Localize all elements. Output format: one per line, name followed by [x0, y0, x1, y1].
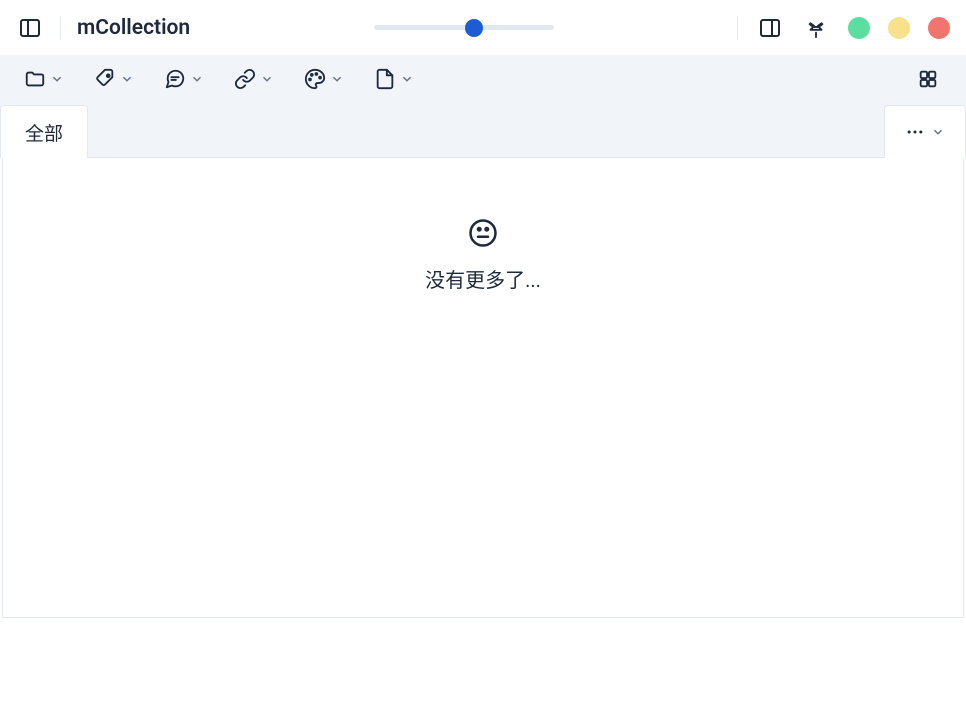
- neutral-face-icon: [468, 218, 498, 248]
- chevron-down-icon: [190, 72, 204, 86]
- tab-label: 全部: [25, 119, 63, 146]
- palette-icon: [304, 68, 326, 90]
- header-right: [737, 14, 950, 42]
- toolbar: [0, 55, 966, 103]
- panel-toggle-button[interactable]: [756, 14, 784, 42]
- header-bar: mCollection: [0, 0, 966, 55]
- pin-icon: [805, 17, 827, 39]
- empty-state-icon: [468, 218, 498, 252]
- grid-view-button[interactable]: [914, 65, 942, 93]
- tab-spacer: [88, 103, 884, 158]
- folder-menu[interactable]: [24, 68, 64, 90]
- maximize-button[interactable]: [888, 17, 910, 39]
- content-area: 没有更多了...: [2, 158, 964, 618]
- grid-icon: [917, 68, 939, 90]
- minimize-button[interactable]: [848, 17, 870, 39]
- chevron-down-icon: [400, 72, 414, 86]
- chevron-down-icon: [120, 72, 134, 86]
- more-icon: [905, 122, 925, 142]
- zoom-slider[interactable]: [374, 25, 554, 30]
- tab-all[interactable]: 全部: [0, 105, 88, 158]
- chevron-down-icon: [330, 72, 344, 86]
- header-center: [190, 25, 737, 30]
- link-menu[interactable]: [234, 68, 274, 90]
- panel-left-icon: [18, 16, 42, 40]
- folder-icon: [24, 68, 46, 90]
- panel-right-icon: [758, 16, 782, 40]
- chevron-down-icon: [50, 72, 64, 86]
- tag-menu[interactable]: [94, 68, 134, 90]
- chevron-down-icon: [260, 72, 274, 86]
- link-icon: [234, 68, 256, 90]
- pin-button[interactable]: [802, 14, 830, 42]
- tab-bar: 全部: [0, 103, 966, 158]
- header-left: mCollection: [16, 14, 190, 42]
- header-divider: [60, 16, 61, 40]
- close-button[interactable]: [928, 17, 950, 39]
- comment-icon: [164, 68, 186, 90]
- file-menu[interactable]: [374, 68, 414, 90]
- zoom-slider-handle[interactable]: [465, 19, 483, 37]
- tab-actions-menu[interactable]: [884, 105, 966, 158]
- chevron-down-icon: [931, 125, 945, 139]
- header-divider-right: [737, 16, 738, 40]
- app-title: mCollection: [77, 16, 190, 40]
- comment-menu[interactable]: [164, 68, 204, 90]
- file-icon: [374, 68, 396, 90]
- empty-state-message: 没有更多了...: [425, 264, 541, 293]
- palette-menu[interactable]: [304, 68, 344, 90]
- sidebar-toggle-button[interactable]: [16, 14, 44, 42]
- tag-icon: [94, 68, 116, 90]
